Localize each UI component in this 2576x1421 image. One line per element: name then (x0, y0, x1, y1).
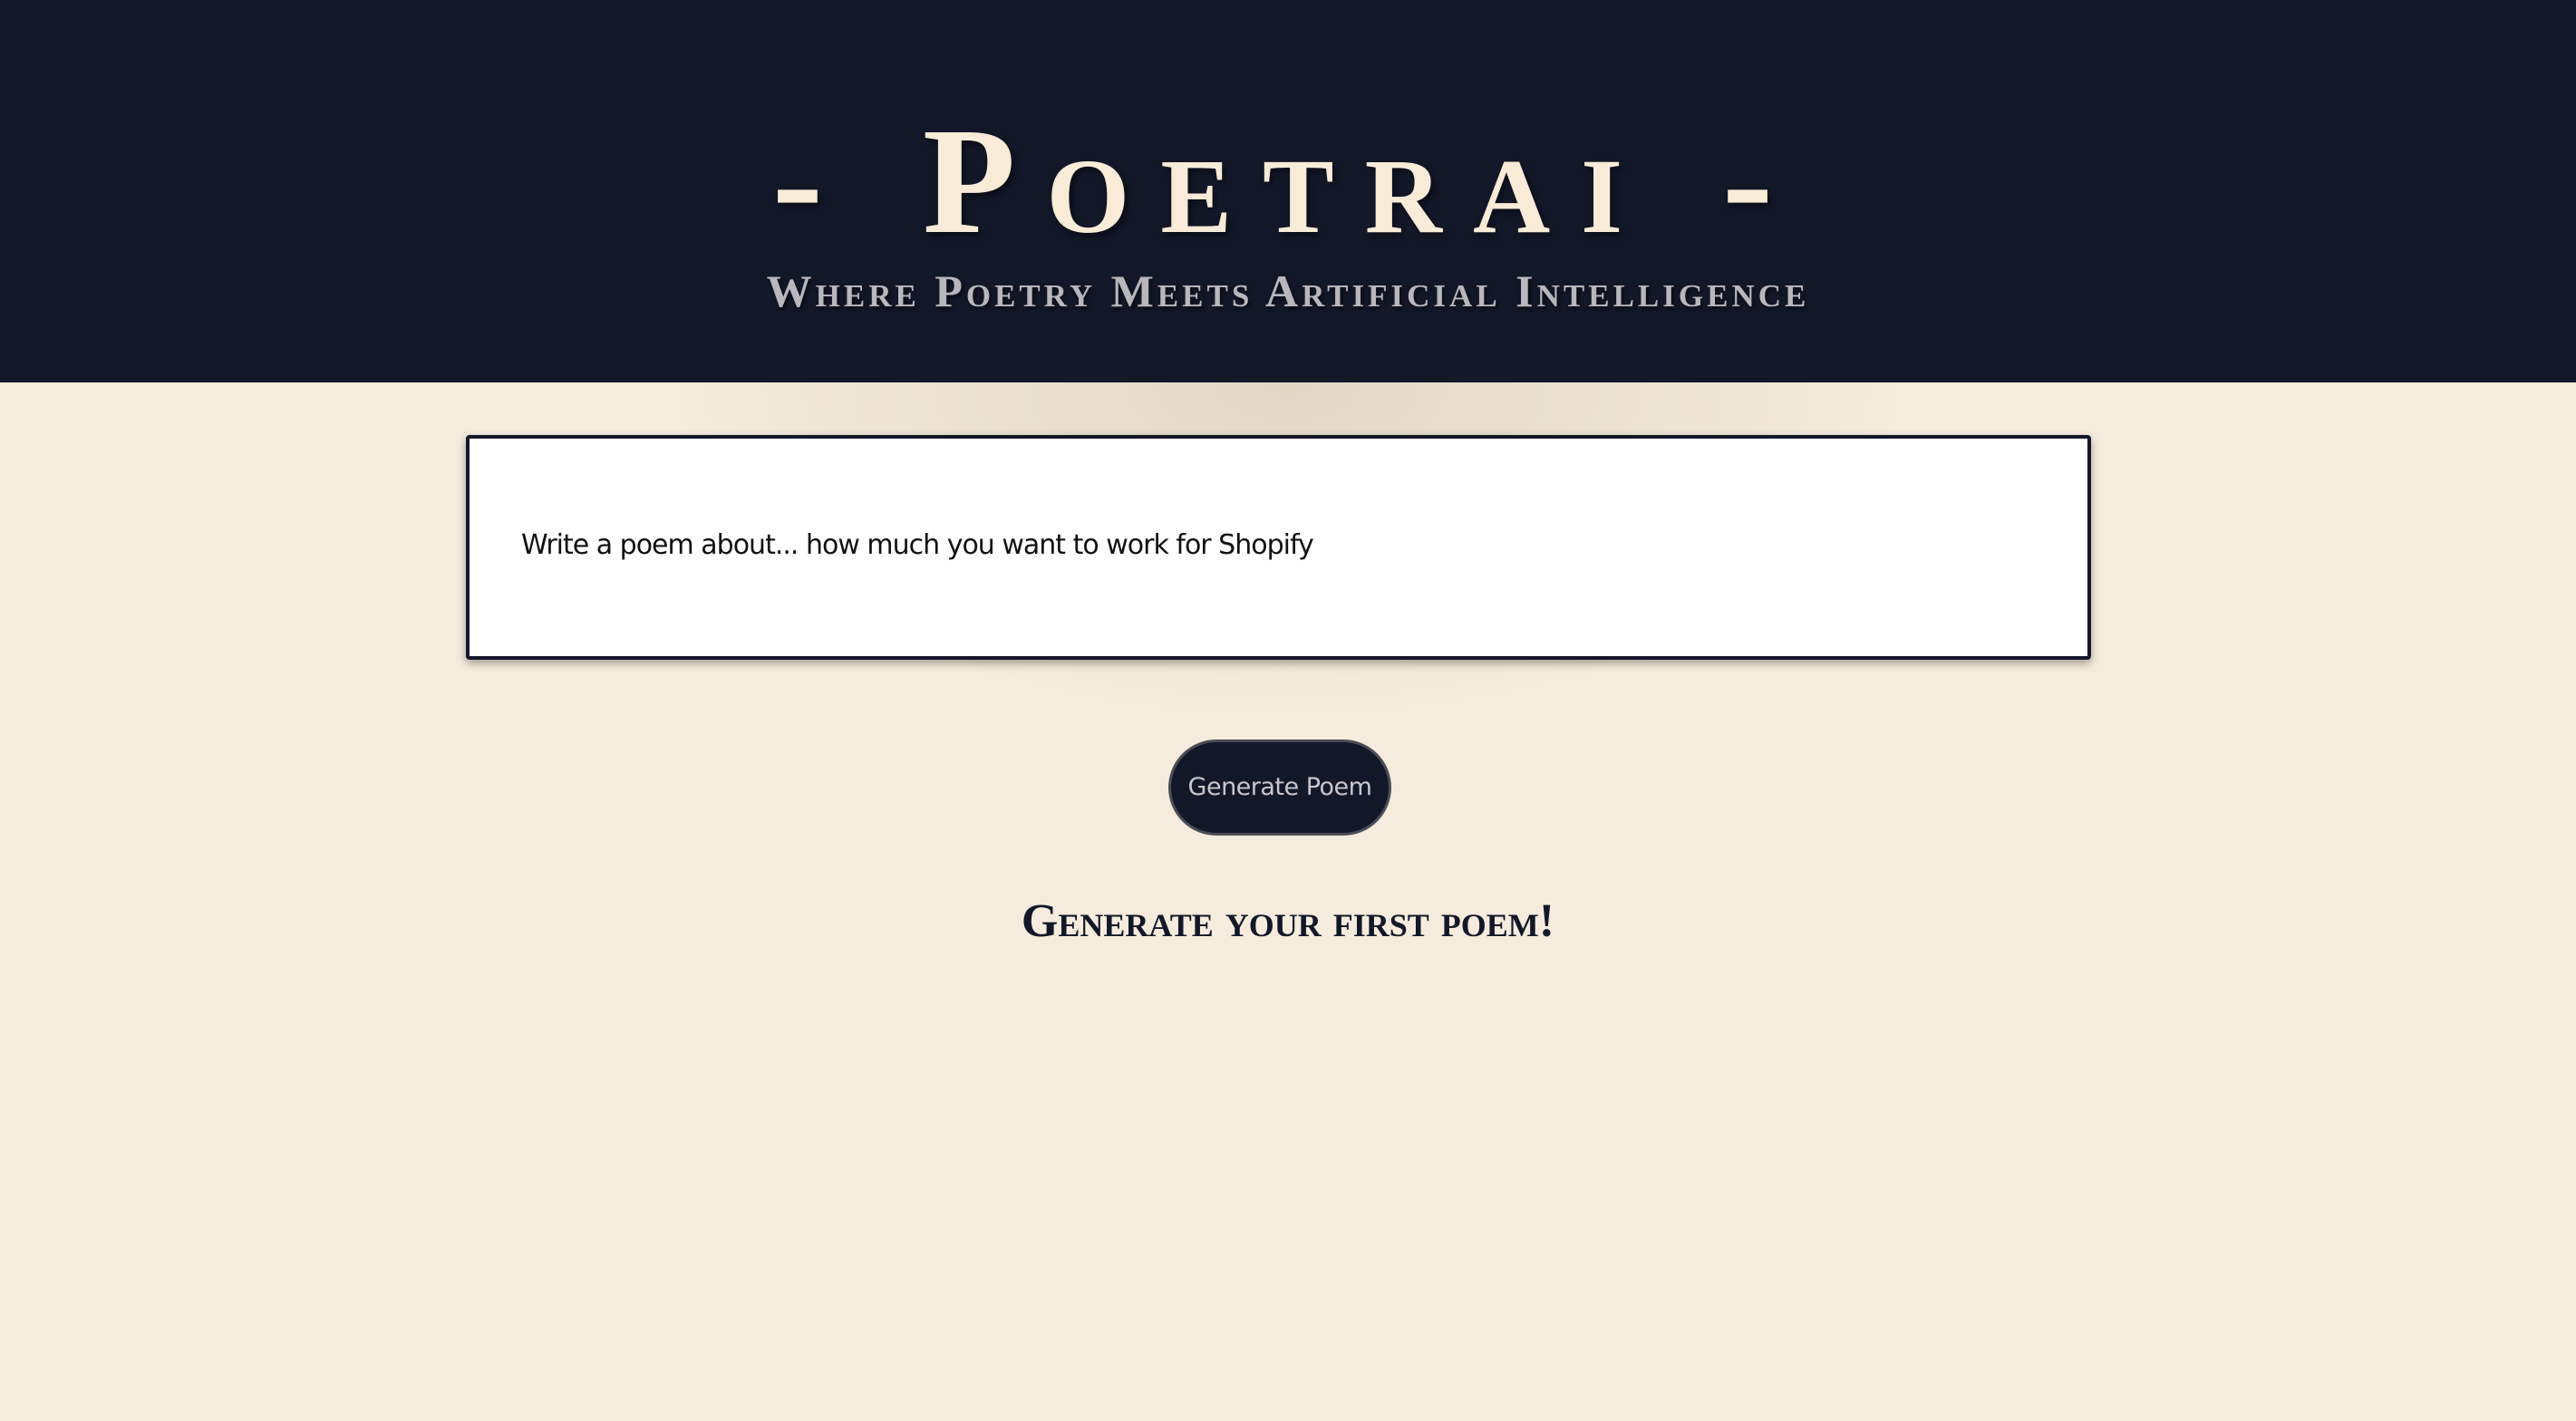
empty-state-heading: Generate your first poem! (1021, 895, 1555, 947)
poem-prompt-input[interactable]: Write a poem about... how much you want … (466, 435, 2091, 660)
page-title: - Poetrai - (771, 97, 1805, 266)
page-subtitle: Where Poetry Meets Artificial Intelligen… (766, 266, 1810, 316)
generate-poem-button[interactable]: Generate Poem (1168, 740, 1391, 836)
site-header: - Poetrai - Where Poetry Meets Artificia… (0, 0, 2576, 382)
poem-prompt-text[interactable]: Write a poem about... how much you want … (521, 526, 1314, 566)
